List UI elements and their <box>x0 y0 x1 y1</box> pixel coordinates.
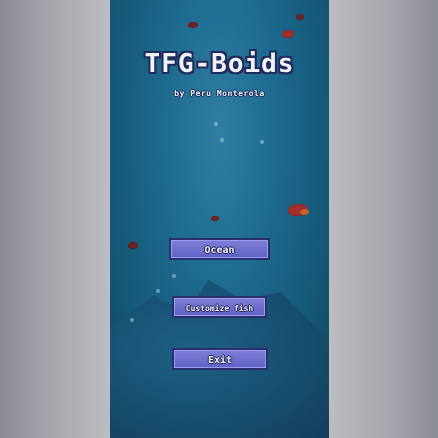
fish <box>128 242 138 249</box>
bubble <box>260 140 264 144</box>
fish <box>296 14 304 20</box>
exit-button[interactable]: Exit <box>172 348 268 370</box>
fish <box>188 22 198 28</box>
bubble <box>214 122 218 126</box>
fish <box>211 216 219 221</box>
bubble <box>172 274 176 278</box>
game-viewport: TFG-Boids by Peru Monterola Ocean Custom… <box>110 0 329 438</box>
bubble <box>130 318 134 322</box>
bubble <box>156 289 160 293</box>
fish <box>300 209 309 215</box>
game-title: TFG-Boids <box>144 49 295 79</box>
bubble <box>220 138 224 142</box>
customize-fish-button[interactable]: Customize fish <box>172 296 267 318</box>
game-subtitle: by Peru Monterola <box>174 89 265 98</box>
fish <box>282 30 294 38</box>
ocean-button[interactable]: Ocean <box>169 238 270 260</box>
